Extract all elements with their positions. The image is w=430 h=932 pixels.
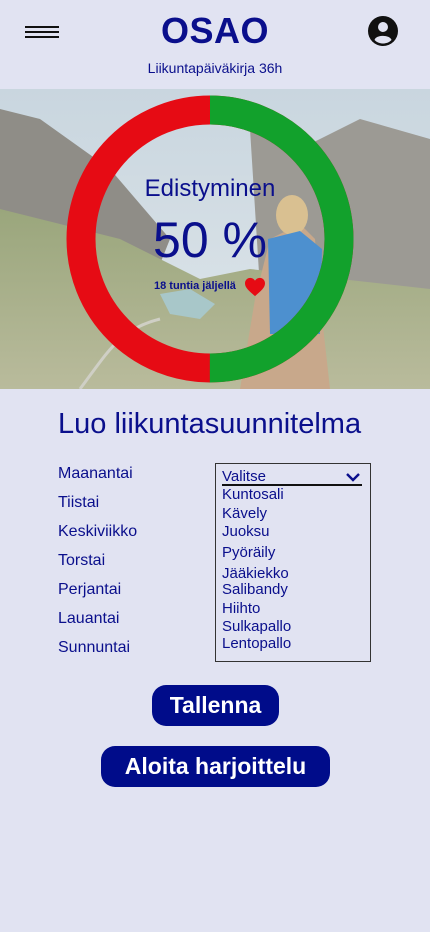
option-kuntosali[interactable]: Kuntosali [222,486,284,503]
save-button[interactable]: Tallenna [152,685,279,726]
activity-select[interactable]: Valitse Kuntosali Kävely Juoksu Pyöräily… [215,463,371,662]
option-salibandy[interactable]: Salibandy [222,581,288,598]
app-logo-title: OSAO [160,10,269,51]
option-hiihto[interactable]: Hiihto [222,600,260,617]
plan-title: Luo liikuntasuunnitelma [58,408,362,440]
weekday-tuesday[interactable]: Tiistai [58,493,137,522]
heart-icon [245,277,265,297]
option-jaakiekko[interactable]: Jääkiekko [222,565,289,582]
start-training-button[interactable]: Aloita harjoittelu [101,746,330,787]
weekday-monday[interactable]: Maanantai [58,464,137,493]
chevron-down-icon[interactable] [346,472,360,482]
progress-hero: Edistyminen 50 % 18 tuntia jäljellä [0,89,430,389]
weekday-thursday[interactable]: Torstai [58,551,137,580]
weekday-wednesday[interactable]: Keskiviikko [58,522,137,551]
activity-select-current[interactable]: Valitse [222,468,362,486]
option-pyoraily[interactable]: Pyöräily [222,544,275,561]
option-sulkapallo[interactable]: Sulkapallo [222,618,291,635]
weekday-saturday[interactable]: Lauantai [58,609,137,638]
weekday-list: Maanantai Tiistai Keskiviikko Torstai Pe… [58,464,137,667]
progress-title: Edistyminen [144,175,276,202]
top-bar: OSAO Liikuntapäiväkirja 36h [0,0,430,89]
diary-subtitle: Liikuntapäiväkirja 36h [147,60,283,76]
option-lentopallo[interactable]: Lentopallo [222,635,291,652]
option-kavely[interactable]: Kävely [222,505,267,522]
account-icon[interactable] [368,16,398,46]
weekday-friday[interactable]: Perjantai [58,580,137,609]
activity-select-value: Valitse [222,468,266,485]
progress-percentage: 50 % [153,212,267,268]
option-juoksu[interactable]: Juoksu [222,523,270,540]
hours-remaining: 18 tuntia jäljellä [154,280,236,292]
weekday-sunday[interactable]: Sunnuntai [58,638,137,667]
